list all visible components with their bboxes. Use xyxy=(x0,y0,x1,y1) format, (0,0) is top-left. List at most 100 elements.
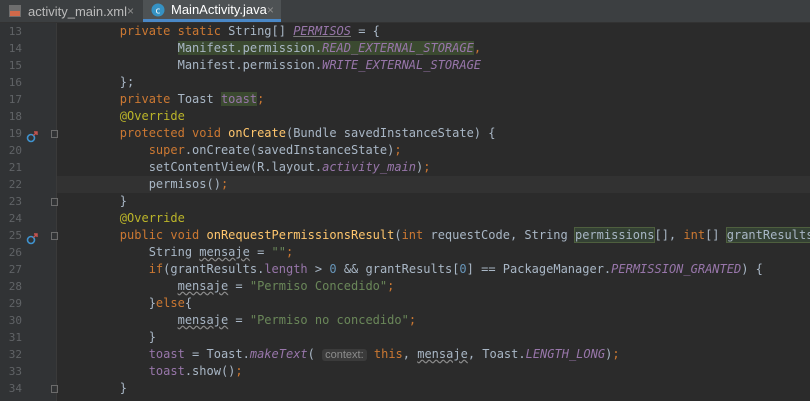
code-token: , Toast. xyxy=(467,347,526,361)
tab-main-activity-java[interactable]: c MainActivity.java × xyxy=(143,0,281,22)
code-line[interactable]: 22 permisos(); xyxy=(0,176,810,193)
code-token: @Override xyxy=(119,109,185,123)
code-text: }else{ xyxy=(62,295,192,312)
tab-label: MainActivity.java xyxy=(171,2,267,17)
code-token: } xyxy=(62,194,128,208)
code-token: WRITE_EXTERNAL_STORAGE xyxy=(322,58,482,72)
code-line[interactable]: 14 Manifest.permission.READ_EXTERNAL_STO… xyxy=(0,40,810,57)
code-token: ; xyxy=(408,313,417,327)
code-token: ] == PackageManager. xyxy=(466,262,612,276)
code-token: .onCreate(savedInstanceState) xyxy=(184,143,395,157)
code-text: if(grantResults.length > 0 && grantResul… xyxy=(62,261,763,278)
code-token: int xyxy=(401,228,431,242)
line-number: 13 xyxy=(8,25,22,38)
code-line[interactable]: 31 } xyxy=(0,329,810,346)
line-number: 24 xyxy=(8,212,22,225)
code-token: protected void xyxy=(119,126,229,140)
code-token: 0 xyxy=(329,262,337,276)
code-line[interactable]: 30 mensaje = "Permiso no concedido"; xyxy=(0,312,810,329)
fold-toggle-icon[interactable] xyxy=(51,130,58,138)
code-token: && grantResults[ xyxy=(336,262,460,276)
code-token: activity_main xyxy=(322,160,417,174)
code-token: toast xyxy=(148,347,185,361)
code-line[interactable]: 25 public void onRequestPermissionsResul… xyxy=(0,227,810,245)
code-token: LENGTH_LONG xyxy=(525,347,606,361)
code-token: ( xyxy=(394,228,402,242)
code-token: READ_EXTERNAL_STORAGE xyxy=(322,41,474,55)
code-line[interactable]: 17 private Toast toast; xyxy=(0,91,810,108)
fold-toggle-icon[interactable] xyxy=(51,385,58,393)
code-token: } xyxy=(62,381,128,395)
line-number: 15 xyxy=(8,59,22,72)
code-text: permisos(); xyxy=(62,176,229,193)
code-text: @Override xyxy=(62,108,185,125)
code-line[interactable]: 15 Manifest.permission.WRITE_EXTERNAL_ST… xyxy=(0,57,810,74)
tab-activity-main-xml[interactable]: activity_main.xml × xyxy=(0,0,141,22)
code-line[interactable]: 26 String mensaje = ""; xyxy=(0,244,810,261)
code-text: mensaje = "Permiso Concedido"; xyxy=(62,278,395,295)
code-line[interactable]: 21 setContentView(R.layout.activity_main… xyxy=(0,159,810,176)
code-line[interactable]: 13 private static String[] PERMISOS = { xyxy=(0,23,810,40)
line-number: 30 xyxy=(8,314,22,327)
line-number: 34 xyxy=(8,382,22,395)
code-line[interactable]: 29 }else{ xyxy=(0,295,810,312)
code-token: ; xyxy=(235,364,243,378)
code-line[interactable]: 34 } xyxy=(0,380,810,397)
code-token: if xyxy=(148,262,164,276)
code-text: } xyxy=(62,380,127,397)
parameter-hint: context: xyxy=(322,349,367,361)
code-line[interactable]: 28 mensaje = "Permiso Concedido"; xyxy=(0,278,810,295)
code-text: setContentView(R.layout.activity_main); xyxy=(62,159,431,176)
code-line[interactable]: 32 toast = Toast.makeText( context: this… xyxy=(0,346,810,363)
code-token: mensaje xyxy=(417,347,468,361)
editor-tab-bar: activity_main.xml × c MainActivity.java … xyxy=(0,0,810,23)
line-number: 33 xyxy=(8,365,22,378)
fold-toggle-icon[interactable] xyxy=(51,198,58,206)
code-token: = { xyxy=(351,24,380,38)
code-token: mensaje xyxy=(177,313,229,327)
code-text: toast = Toast.makeText( context: this, m… xyxy=(62,346,620,364)
code-token: (Bundle savedInstanceState) { xyxy=(285,126,496,140)
line-number: 25 xyxy=(8,229,22,242)
code-line[interactable]: 27 if(grantResults.length > 0 && grantRe… xyxy=(0,261,810,278)
code-token: ; xyxy=(423,160,431,174)
code-token: mensaje xyxy=(177,279,229,293)
code-token: "" xyxy=(271,245,286,259)
code-token: .show() xyxy=(184,364,236,378)
code-line[interactable]: 18 @Override xyxy=(0,108,810,125)
code-token: "Permiso no concedido" xyxy=(249,313,409,327)
code-line[interactable]: 16 }; xyxy=(0,74,810,91)
code-token: private xyxy=(119,92,178,106)
code-token: length xyxy=(264,262,308,276)
close-icon[interactable]: × xyxy=(267,3,274,17)
line-number: 17 xyxy=(8,93,22,106)
line-number: 29 xyxy=(8,297,22,310)
code-line[interactable]: 33 toast.show(); xyxy=(0,363,810,380)
code-token: , xyxy=(473,41,482,55)
code-text: String mensaje = ""; xyxy=(62,244,294,261)
code-token: onRequestPermissionsResult xyxy=(206,228,395,242)
code-line[interactable]: 19 protected void onCreate(Bundle savedI… xyxy=(0,125,810,143)
code-text: public void onRequestPermissionsResult(i… xyxy=(62,227,810,244)
code-token: } xyxy=(62,330,156,344)
override-method-icon[interactable] xyxy=(26,230,38,245)
code-token: public void xyxy=(119,228,207,242)
line-number: 18 xyxy=(8,110,22,123)
code-token: private static xyxy=(119,24,229,38)
code-text: private static String[] PERMISOS = { xyxy=(62,23,380,40)
code-text: Manifest.permission.READ_EXTERNAL_STORAG… xyxy=(62,40,481,57)
code-token: = xyxy=(249,245,272,259)
code-token: makeText xyxy=(249,347,308,361)
line-number: 20 xyxy=(8,144,22,157)
code-token: @Override xyxy=(119,211,185,225)
fold-toggle-icon[interactable] xyxy=(51,232,58,240)
close-icon[interactable]: × xyxy=(127,4,134,18)
code-line[interactable]: 23 } xyxy=(0,193,810,210)
code-token: Toast xyxy=(177,92,221,106)
code-line[interactable]: 20 super.onCreate(savedInstanceState); xyxy=(0,142,810,159)
code-line[interactable]: 24 @Override xyxy=(0,210,810,227)
override-method-icon[interactable] xyxy=(26,128,38,143)
